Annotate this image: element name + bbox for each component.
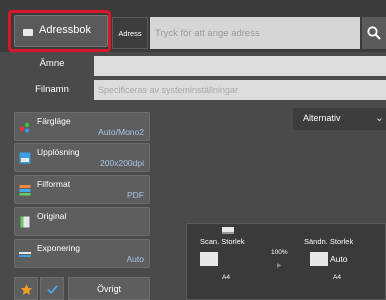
resolution-label: Upplösning: [37, 147, 80, 157]
check-icon: [47, 285, 58, 295]
check-button[interactable]: [40, 277, 64, 300]
options-tab[interactable]: Alternativ ⌄: [293, 108, 386, 130]
color-mode-icon: [19, 122, 30, 133]
exposure-button[interactable]: Exponering Auto: [14, 239, 150, 268]
search-button[interactable]: [362, 17, 386, 49]
options-label: Alternativ: [303, 113, 341, 123]
resolution-icon: [19, 152, 31, 164]
color-mode-button[interactable]: Färgläge Auto/Mono2: [14, 112, 150, 141]
file-format-value: PDF: [127, 190, 144, 200]
scanner-icon: [222, 227, 234, 234]
scan-paper-size: A4: [222, 274, 230, 281]
color-mode-label: Färgläge: [37, 116, 71, 126]
search-icon: [367, 26, 381, 40]
subject-input[interactable]: [94, 56, 386, 76]
original-icon: [20, 216, 30, 228]
subject-label: Ämne: [39, 58, 65, 69]
address-book-label: Adressbok: [39, 24, 91, 36]
star-icon: [21, 284, 32, 295]
address-input[interactable]: Tryck för att ange adress: [150, 17, 360, 49]
resolution-button[interactable]: Upplösning 200x200dpi: [14, 143, 150, 172]
exposure-label: Exponering: [37, 243, 81, 253]
scan-paper-icon[interactable]: [200, 252, 218, 266]
color-mode-value: Auto/Mono2: [98, 127, 144, 137]
exposure-icon: [19, 252, 31, 257]
file-format-icon: [19, 185, 31, 196]
ratio-label: 100%: [271, 249, 288, 256]
address-book-button[interactable]: Adressbok: [14, 15, 108, 47]
resolution-value: 200x200dpi: [100, 158, 144, 168]
send-size-label: Sändn. Storlek: [304, 237, 354, 246]
original-button[interactable]: Original: [14, 207, 150, 236]
chevron-down-icon: ⌄: [374, 112, 384, 124]
filename-input[interactable]: Specificeras av systeminställningar: [94, 80, 386, 100]
address-book-icon: [23, 29, 33, 36]
original-label: Original: [37, 211, 67, 221]
favorite-button[interactable]: [14, 277, 38, 300]
send-paper-icon[interactable]: [310, 252, 328, 266]
send-size-value: Auto: [330, 254, 348, 264]
file-format-button[interactable]: Filformat PDF: [14, 175, 150, 204]
filename-label: Filnamn: [35, 84, 69, 95]
address-button[interactable]: Adress: [112, 17, 148, 49]
exposure-value: Auto: [126, 254, 145, 264]
arrow-right-icon: ▶: [277, 263, 282, 269]
scan-size-label: Scan. Storlek: [200, 237, 245, 246]
file-format-label: Filformat: [37, 179, 71, 189]
send-paper-size: A4: [333, 274, 341, 281]
other-button[interactable]: Övrigt: [68, 277, 150, 300]
